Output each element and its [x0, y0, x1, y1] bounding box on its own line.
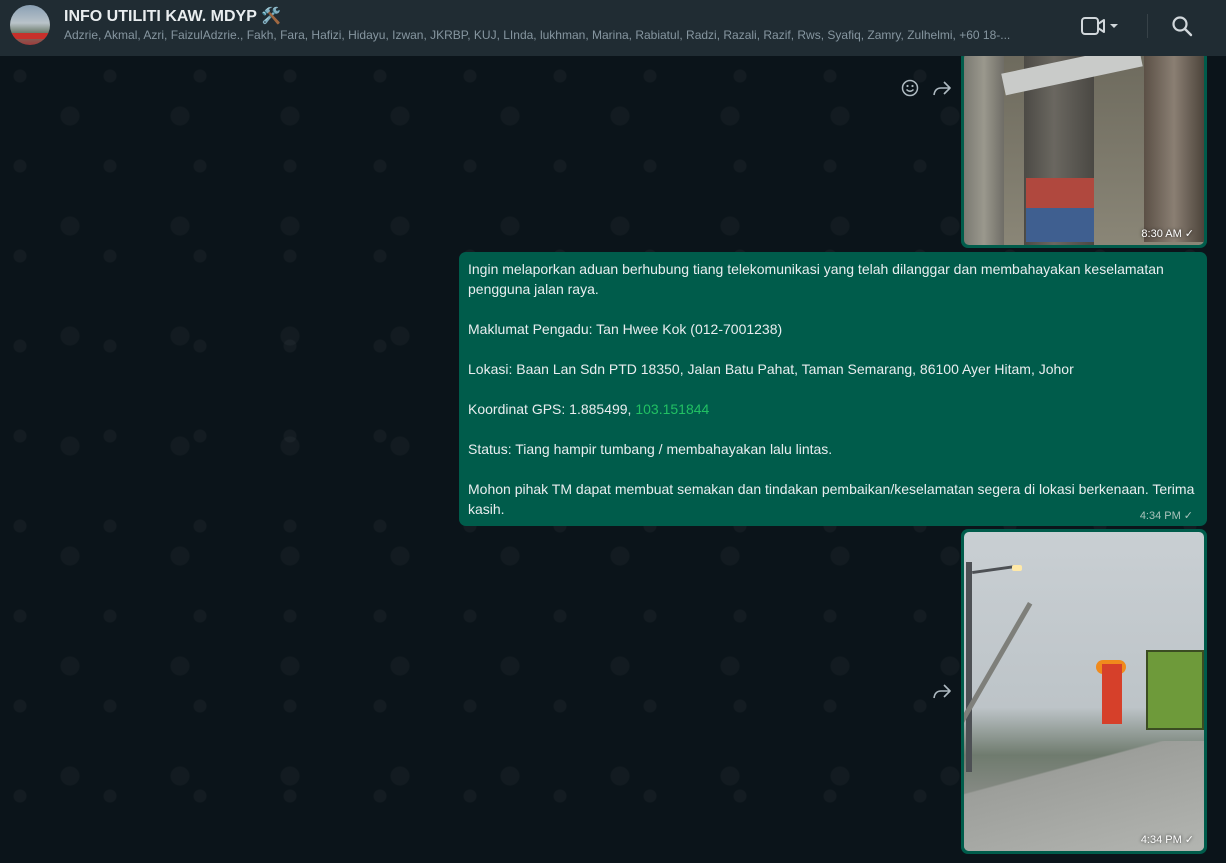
forward-icon [933, 684, 951, 699]
forward-icon [933, 81, 951, 96]
image-message[interactable]: 4:34 PM ✓ [961, 529, 1207, 854]
message-time: 4:34 PM ✓ [1140, 834, 1194, 846]
text-message[interactable]: Ingin melaporkan aduan berhubung tiang t… [459, 252, 1207, 526]
sent-check-icon: ✓ [1184, 834, 1194, 846]
message-paragraph: Mohon pihak TM dapat membuat semakan dan… [468, 481, 1199, 517]
forward-button[interactable] [931, 680, 953, 702]
group-avatar[interactable] [10, 5, 50, 45]
image-message[interactable]: 8:30 AM ✓ [961, 56, 1207, 248]
message-paragraph: Ingin melaporkan aduan berhubung tiang t… [468, 261, 1168, 297]
message-time: 4:34 PM ✓ [1139, 510, 1193, 522]
header-divider [1147, 14, 1148, 38]
message-paragraph: Maklumat Pengadu: Tan Hwee Kok (012-7001… [468, 321, 783, 337]
gps-link[interactable]: 103.151844 [635, 401, 709, 417]
video-call-icon [1081, 17, 1118, 35]
message-paragraph-gps: Koordinat GPS: 1.885499, 103.151844 [468, 399, 1198, 419]
chat-area[interactable]: 8:30 AM ✓ Ingin melaporkan aduan berhubun… [0, 56, 1226, 863]
group-title[interactable]: INFO UTILITI KAW. MDYP 🛠️ [64, 6, 281, 26]
emoji-icon [901, 79, 919, 97]
sent-check-icon: ✓ [1183, 510, 1193, 522]
video-call-button[interactable] [1076, 12, 1124, 40]
search-icon [1172, 16, 1193, 37]
forward-button[interactable] [931, 77, 953, 99]
message-photo[interactable]: 8:30 AM ✓ [964, 56, 1204, 245]
gps-label: Koordinat GPS: 1.885499, [468, 401, 636, 417]
message-paragraph: Status: Tiang hampir tumbang / membahaya… [468, 441, 833, 457]
emoji-reaction-button[interactable] [899, 77, 921, 99]
chat-header[interactable]: INFO UTILITI KAW. MDYP 🛠️ Adzrie, Akmal,… [0, 0, 1226, 56]
message-time: 8:30 AM ✓ [1141, 228, 1194, 240]
message-photo[interactable]: 4:34 PM ✓ [964, 532, 1204, 851]
sent-check-icon: ✓ [1184, 228, 1194, 240]
search-button[interactable] [1166, 10, 1198, 42]
message-paragraph: Lokasi: Baan Lan Sdn PTD 18350, Jalan Ba… [468, 361, 1074, 377]
group-participants[interactable]: Adzrie, Akmal, Azri, FaizulAdzrie., Fakh… [64, 28, 1054, 42]
